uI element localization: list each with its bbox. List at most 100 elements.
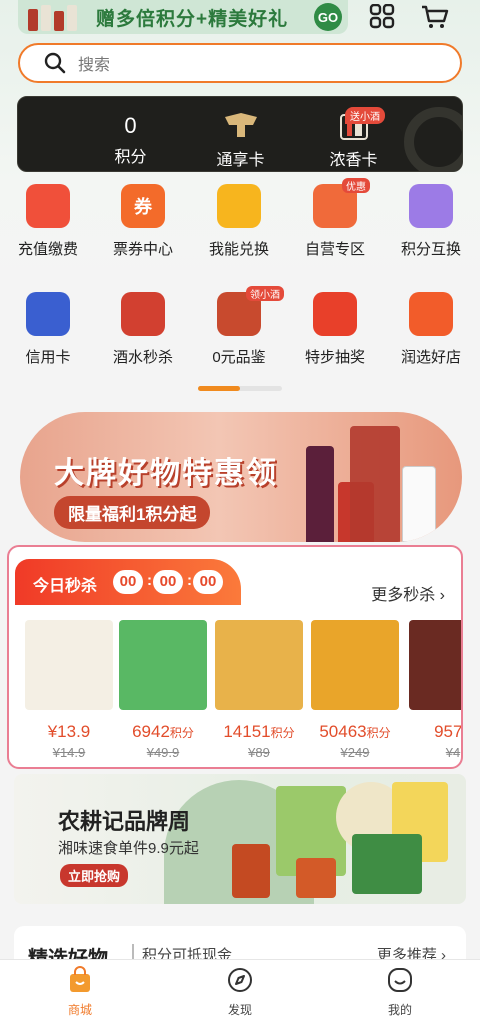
sale-price: 6942积分 xyxy=(117,722,209,742)
star-shop-icon xyxy=(409,292,453,336)
original-price: ¥14.9 xyxy=(52,745,86,760)
page-indicator xyxy=(198,386,282,391)
quick-entry-label: 充值缴费 xyxy=(17,241,78,258)
flash-sale-item[interactable]: 6942积分 ¥49.9 xyxy=(117,620,209,760)
quick-entry-xtep[interactable]: 特步抽奖 xyxy=(290,292,380,367)
quick-entry-exchange[interactable]: 积分互换 xyxy=(386,184,476,259)
tab-shop-label: 商城 xyxy=(67,1003,92,1017)
quick-entry-label: 0元品鉴 xyxy=(212,349,266,366)
points-block[interactable]: 0 积分 xyxy=(88,97,173,171)
quick-entry-label: 我能兑换 xyxy=(208,241,269,258)
brand-week-banner[interactable]: 农耕记品牌周 湘味速食单件9.9元起 立即抢购 xyxy=(14,774,466,904)
quick-entry-star-shop[interactable]: 润选好店 xyxy=(386,292,476,367)
more-flash-sale-link[interactable]: 更多秒杀 › xyxy=(371,581,445,605)
sauce-jar-image xyxy=(232,844,270,898)
credit-card-icon xyxy=(26,292,70,336)
chevron-right-icon: › xyxy=(439,587,445,604)
quick-entry-label: 自营专区 xyxy=(304,241,365,258)
countdown-seconds: 00 xyxy=(193,570,223,594)
flash-sale-item[interactable]: 50463积分 ¥249 xyxy=(309,620,401,760)
flash-sale-section: 今日秒杀 00 : 00 : 00 更多秒杀 › ¥13.9 ¥14.9 6942积… xyxy=(7,545,463,769)
points-value: 0 xyxy=(124,113,137,138)
coupon-icon: 券 xyxy=(121,184,165,228)
search-icon xyxy=(44,52,66,74)
quick-entry-liquor-gift[interactable]: 酒水秒杀 xyxy=(98,292,188,367)
sale-price-value: 6942 xyxy=(132,722,170,741)
tongxiang-card-block[interactable]: 通享卡 xyxy=(198,97,283,171)
banner-subtitle: 限量福利1积分起 xyxy=(54,496,211,529)
tab-profile-label: 我的 xyxy=(387,1003,412,1017)
sauce-jar-image xyxy=(296,858,336,898)
flash-sale-item[interactable]: 957€ ¥4 xyxy=(407,620,463,760)
countdown-separator: : xyxy=(147,572,152,589)
promo-strip[interactable]: 赠多倍积分+精美好礼 GO xyxy=(18,0,348,34)
quick-entry-label: 润选好店 xyxy=(400,349,461,366)
product-image xyxy=(409,620,461,710)
flash-sale-item[interactable]: 14151积分 ¥89 xyxy=(213,620,305,760)
tab-profile[interactable]: 我的 xyxy=(360,966,440,1018)
brand-week-title: 农耕记品牌周 xyxy=(58,809,191,834)
tab-shop[interactable]: 商城 xyxy=(40,966,120,1018)
sale-price-value: ¥13.9 xyxy=(47,722,91,741)
flash-sale-header: 今日秒杀 00 : 00 : 00 xyxy=(15,559,241,605)
countdown-minutes: 00 xyxy=(153,570,183,594)
countdown-hours: 00 xyxy=(113,570,143,594)
member-card: 0 积分 通享卡 浓香卡 送小酒 xyxy=(17,96,463,172)
quick-entry-credit-card[interactable]: 信用卡 xyxy=(3,292,93,367)
sale-price: 50463积分 xyxy=(309,722,401,742)
product-image xyxy=(311,620,399,710)
quick-entry-label: 酒水秒杀 xyxy=(112,349,173,366)
original-price: ¥49.9 xyxy=(146,745,180,760)
compass-icon xyxy=(228,968,252,992)
more-flash-sale-label: 更多秒杀 xyxy=(371,587,436,604)
search-bar[interactable]: 搜索 xyxy=(18,43,462,83)
sale-price: 957€ xyxy=(407,722,463,742)
quick-entry-smile[interactable]: 我能兑换 xyxy=(194,184,284,259)
sale-price: 14151积分 xyxy=(213,722,305,742)
tongxiang-label: 通享卡 xyxy=(216,152,265,169)
bottom-tab-bar: 商城 发现 我的 xyxy=(0,959,480,1019)
page-indicator-active xyxy=(198,386,240,391)
points-label: 积分 xyxy=(114,149,147,166)
liquor-gift-icon xyxy=(121,292,165,336)
sale-price-value: 14151 xyxy=(223,722,271,741)
quick-entry-label: 积分互换 xyxy=(400,241,461,258)
sale-price-unit: 积分 xyxy=(270,726,295,740)
quick-entry-liquor-bottle[interactable]: 领小酒 0元品鉴 xyxy=(194,286,284,367)
quick-entry-tag: 优惠 xyxy=(342,178,370,193)
sale-price-unit: 积分 xyxy=(366,726,391,740)
tab-discover-label: 发现 xyxy=(227,1003,252,1017)
flash-sale-item[interactable]: ¥13.9 ¥14.9 xyxy=(23,620,115,760)
countdown-separator: : xyxy=(187,572,192,589)
quick-entry-phone-charge[interactable]: 充值缴费 xyxy=(3,184,93,259)
sale-price-value: 50463 xyxy=(319,722,367,741)
xtep-icon xyxy=(313,292,357,336)
original-price: ¥249 xyxy=(340,745,370,760)
smile-icon xyxy=(217,184,261,228)
grid-icon[interactable] xyxy=(367,4,397,30)
crown-card-icon xyxy=(224,113,257,137)
product-image xyxy=(215,620,303,710)
brand-week-cta[interactable]: 立即抢购 xyxy=(60,864,129,887)
brand-week-subtitle: 湘味速食单件9.9元起 xyxy=(58,840,199,857)
exchange-icon xyxy=(409,184,453,228)
cart-icon[interactable] xyxy=(420,4,450,30)
quick-entry-coupon[interactable]: 券票券中心 xyxy=(98,184,188,259)
promo-text: 赠多倍积分+精美好礼 xyxy=(96,8,289,30)
product-image xyxy=(119,620,207,710)
sale-price-value: 957€ xyxy=(434,722,463,741)
quick-entry-self-store[interactable]: 优惠自营专区 xyxy=(290,178,380,259)
original-price: ¥4 xyxy=(445,745,461,760)
banner-title: 大牌好物特惠领 xyxy=(54,457,278,490)
promo-banner[interactable]: 大牌好物特惠领 限量福利1积分起 xyxy=(20,412,462,542)
tab-discover[interactable]: 发现 xyxy=(200,966,280,1018)
shop-bag-icon xyxy=(70,966,90,992)
promo-go-button[interactable]: GO xyxy=(314,3,342,31)
liquor-bottles-icon xyxy=(28,3,88,31)
gift-box-image xyxy=(350,426,400,542)
profile-icon xyxy=(388,968,412,992)
decorative-swirl xyxy=(404,107,462,171)
quick-entry-label: 特步抽奖 xyxy=(304,349,365,366)
sale-price-unit: 积分 xyxy=(169,726,194,740)
quick-entry-tag: 领小酒 xyxy=(246,286,284,301)
